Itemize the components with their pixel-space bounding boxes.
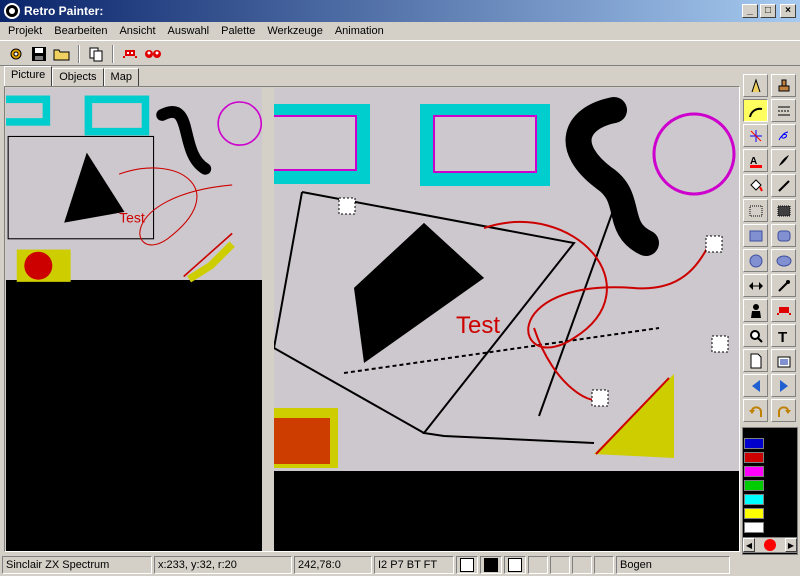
person-tool-icon[interactable] bbox=[743, 299, 768, 322]
status-empty bbox=[528, 556, 548, 574]
menu-werkzeuge[interactable]: Werkzeuge bbox=[261, 25, 328, 37]
tab-map[interactable]: Map bbox=[103, 68, 139, 87]
minimize-button[interactable]: _ bbox=[742, 4, 758, 18]
status-empty bbox=[572, 556, 592, 574]
palette-scroll-left-button[interactable]: ◀ bbox=[743, 538, 755, 552]
status-empty bbox=[594, 556, 614, 574]
redo-tool-icon[interactable] bbox=[771, 399, 796, 422]
palette-swatch-green[interactable] bbox=[744, 480, 764, 491]
canvas-test-text: Test bbox=[456, 312, 500, 339]
preview-panel[interactable]: Test bbox=[6, 88, 262, 551]
sprite-pair-icon[interactable] bbox=[143, 44, 163, 64]
mirror-tool-icon[interactable] bbox=[743, 274, 768, 297]
star-lines-tool-icon[interactable] bbox=[743, 124, 768, 147]
menu-ansicht[interactable]: Ansicht bbox=[113, 25, 161, 37]
close-button[interactable]: × bbox=[780, 4, 796, 18]
status-tool-name: Bogen bbox=[616, 556, 730, 574]
toolbar-separator bbox=[112, 44, 114, 63]
new-page-tool-icon[interactable] bbox=[743, 349, 768, 372]
tool-grid: A T bbox=[742, 73, 798, 423]
app-window: Retro Painter: _ □ × Projekt Bearbeiten … bbox=[0, 0, 800, 576]
window-controls: _ □ × bbox=[742, 4, 796, 18]
menu-bearbeiten[interactable]: Bearbeiten bbox=[48, 25, 113, 37]
color-palette bbox=[742, 427, 798, 555]
eyedropper-tool-icon[interactable] bbox=[771, 274, 796, 297]
open-folder-icon[interactable] bbox=[52, 44, 72, 64]
arrow-right-tool-icon[interactable] bbox=[771, 374, 796, 397]
menu-palette[interactable]: Palette bbox=[215, 25, 261, 37]
rounded-rect-tool-icon[interactable] bbox=[771, 224, 796, 247]
current-color-indicator bbox=[755, 538, 785, 552]
palette-scroll-right-button[interactable]: ▶ bbox=[785, 538, 797, 552]
drawing-canvas[interactable]: Test bbox=[274, 88, 739, 551]
save-icon[interactable] bbox=[29, 44, 49, 64]
palette-swatch-magenta[interactable] bbox=[744, 466, 764, 477]
maximize-button[interactable]: □ bbox=[760, 4, 776, 18]
stamp-tool-icon[interactable] bbox=[771, 74, 796, 97]
record-dot-icon bbox=[764, 539, 776, 551]
undo-tool-icon[interactable] bbox=[743, 399, 768, 422]
status-attributes: I2 P7 BT FT bbox=[374, 556, 454, 574]
text-color-tool-icon[interactable]: A bbox=[743, 149, 768, 172]
menu-bar: Projekt Bearbeiten Ansicht Auswahl Palet… bbox=[0, 22, 800, 41]
selection-marker[interactable] bbox=[705, 235, 723, 253]
zoom-tool-icon[interactable] bbox=[743, 324, 768, 347]
ellipse-tool-icon[interactable] bbox=[771, 249, 796, 272]
brush-tool-icon[interactable] bbox=[771, 149, 796, 172]
status-ink-color bbox=[456, 556, 478, 574]
main-canvas-svg: Test bbox=[274, 88, 739, 471]
palette-swatch-yellow[interactable] bbox=[744, 508, 764, 519]
rect-tool-icon[interactable] bbox=[743, 224, 768, 247]
palette-swatch-blue[interactable] bbox=[744, 438, 764, 449]
svg-text:T: T bbox=[778, 329, 787, 344]
pipette-tool-icon[interactable] bbox=[771, 174, 796, 197]
arrow-left-tool-icon[interactable] bbox=[743, 374, 768, 397]
sprite-red-icon[interactable] bbox=[120, 44, 140, 64]
view-tabs: Picture Objects Map bbox=[4, 66, 139, 87]
main-toolbar bbox=[0, 42, 800, 66]
selection-marker[interactable] bbox=[711, 335, 729, 353]
status-position: 242,78:0 bbox=[294, 556, 372, 574]
status-empty bbox=[550, 556, 570, 574]
preview-canvas: Test bbox=[6, 88, 262, 283]
toolbar-separator bbox=[78, 44, 80, 63]
settings-icon[interactable] bbox=[6, 44, 26, 64]
app-eye-icon bbox=[4, 3, 20, 19]
preview-test-text: Test bbox=[119, 210, 145, 226]
invader-tool-icon[interactable] bbox=[771, 299, 796, 322]
status-bar: Sinclair ZX Spectrum x:233, y:32, r:20 2… bbox=[0, 554, 800, 576]
palette-swatch-cyan[interactable] bbox=[744, 494, 764, 505]
window-title: Retro Painter: bbox=[24, 4, 104, 18]
spiral-tool-icon[interactable] bbox=[771, 124, 796, 147]
copy-icon[interactable] bbox=[86, 44, 106, 64]
tab-objects[interactable]: Objects bbox=[52, 68, 104, 87]
palette-swatch-red[interactable] bbox=[744, 452, 764, 463]
selection-marker[interactable] bbox=[591, 389, 609, 407]
tab-picture[interactable]: Picture bbox=[4, 66, 53, 87]
panel-splitter[interactable] bbox=[262, 88, 274, 551]
text-tool-icon[interactable]: T bbox=[771, 324, 796, 347]
title-bar: Retro Painter: _ □ × bbox=[0, 0, 800, 22]
palette-scroller: ◀ ▶ bbox=[742, 537, 798, 553]
work-area: Test Test bbox=[4, 86, 740, 552]
status-coords: x:233, y:32, r:20 bbox=[154, 556, 292, 574]
menu-auswahl[interactable]: Auswahl bbox=[162, 25, 216, 37]
circle-tool-icon[interactable] bbox=[743, 249, 768, 272]
tool-palette: A T ◀ ▶ bbox=[742, 73, 798, 555]
select-rect-tool-icon[interactable] bbox=[743, 199, 768, 222]
menu-projekt[interactable]: Projekt bbox=[2, 25, 48, 37]
status-border-color bbox=[504, 556, 526, 574]
red-speckle bbox=[274, 418, 330, 464]
palette-swatch-white[interactable] bbox=[744, 522, 764, 533]
arc-tool-icon[interactable] bbox=[743, 99, 768, 122]
selection-marker[interactable] bbox=[338, 197, 356, 215]
select-dots-tool-icon[interactable] bbox=[771, 199, 796, 222]
status-paper-color bbox=[480, 556, 502, 574]
picture-tool-icon[interactable] bbox=[771, 349, 796, 372]
status-system: Sinclair ZX Spectrum bbox=[2, 556, 152, 574]
menu-animation[interactable]: Animation bbox=[329, 25, 390, 37]
pen-tool-icon[interactable] bbox=[743, 74, 768, 97]
fill-tool-icon[interactable] bbox=[743, 174, 768, 197]
lines-tool-icon[interactable] bbox=[771, 99, 796, 122]
